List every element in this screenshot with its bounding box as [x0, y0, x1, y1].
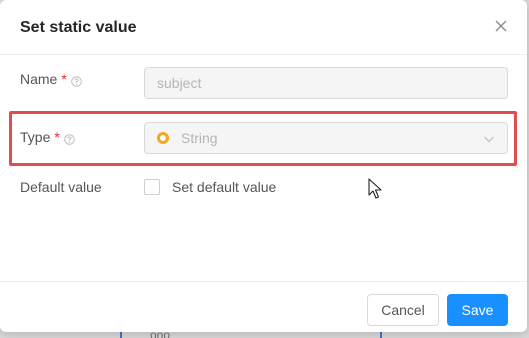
type-indicator-icon — [157, 132, 169, 144]
help-circle-icon[interactable] — [71, 74, 82, 87]
required-asterisk: * — [61, 71, 67, 87]
checkbox-label: Set default value — [172, 179, 277, 195]
dialog-title: Set static value — [20, 19, 137, 36]
type-label: Type — [20, 129, 51, 145]
close-icon[interactable] — [493, 18, 509, 34]
set-default-value-checkbox[interactable]: Set default value — [144, 179, 276, 195]
mouse-cursor-icon — [368, 178, 382, 199]
background-text-fragment: ooo — [150, 328, 171, 338]
cancel-button[interactable]: Cancel — [367, 294, 439, 326]
help-circle-icon[interactable] — [64, 132, 75, 145]
type-selected-value: String — [181, 130, 218, 146]
required-asterisk: * — [54, 129, 60, 145]
name-input[interactable]: subject — [144, 67, 508, 99]
dialog-footer: Cancel Save — [0, 281, 527, 332]
chevron-down-icon — [483, 132, 495, 144]
type-select[interactable]: String — [144, 122, 508, 154]
name-label-row: Name * — [20, 71, 82, 87]
default-value-label-row: Default value — [20, 179, 102, 195]
type-label-row: Type * — [20, 129, 75, 145]
save-button[interactable]: Save — [447, 294, 508, 326]
default-value-label: Default value — [20, 179, 102, 195]
name-label: Name — [20, 71, 58, 87]
dialog-header: Set static value — [0, 0, 527, 55]
set-static-value-dialog: Set static value Name * subject Type * S… — [0, 0, 527, 332]
checkbox-box[interactable] — [144, 179, 160, 195]
